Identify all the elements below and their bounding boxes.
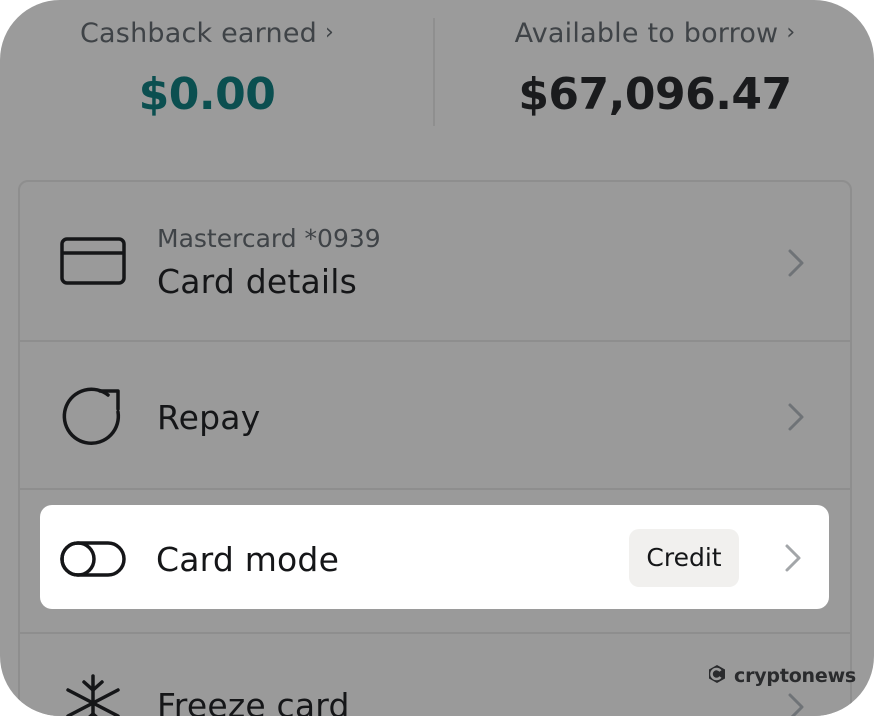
card-mode-row[interactable]: Card mode Credit (40, 505, 829, 609)
cashback-label: Cashback earned (80, 18, 317, 49)
chevron-right-icon (786, 692, 806, 716)
watermark-text: cryptonews (734, 665, 857, 687)
watermark: cryptonews (706, 662, 856, 690)
cashback-value: $0.00 (138, 69, 276, 120)
cryptonews-logo-icon (706, 663, 728, 689)
borrow-label: Available to borrow (514, 18, 779, 49)
card-mode-title: Card mode (156, 540, 340, 579)
app-screen: Cashback earned › $0.00 Available to borr… (0, 0, 874, 716)
chevron-right-icon (786, 402, 806, 432)
repay-title: Repay (157, 398, 261, 437)
balance-summary: Cashback earned › $0.00 Available to borr… (0, 0, 874, 130)
stat-divider (433, 18, 435, 126)
borrow-label-row: Available to borrow › (436, 18, 874, 49)
toggle-icon (60, 541, 126, 581)
freeze-card-title: Freeze card (157, 686, 350, 716)
repay-row[interactable]: Repay (20, 342, 850, 488)
refresh-icon (60, 385, 126, 451)
card-details-row[interactable]: Mastercard *0939 Card details (20, 182, 850, 340)
cashback-stat[interactable]: Cashback earned › $0.00 (0, 18, 414, 120)
borrow-value: $67,096.47 (518, 69, 792, 120)
chevron-right-icon (783, 543, 803, 573)
credit-card-icon (60, 237, 126, 289)
snowflake-icon (60, 672, 126, 716)
chevron-right-icon: › (324, 20, 334, 45)
card-mode-badge: Credit (629, 529, 739, 587)
borrow-stat[interactable]: Available to borrow › $67,096.47 (436, 18, 874, 120)
card-details-title: Card details (157, 262, 358, 301)
cashback-label-row: Cashback earned › (0, 18, 414, 49)
chevron-right-icon (786, 248, 806, 278)
row-divider (20, 488, 850, 490)
card-actions-list: Mastercard *0939 Card details Repay Free… (18, 180, 852, 716)
card-number-label: Mastercard *0939 (157, 224, 381, 253)
chevron-right-icon: › (786, 20, 796, 45)
